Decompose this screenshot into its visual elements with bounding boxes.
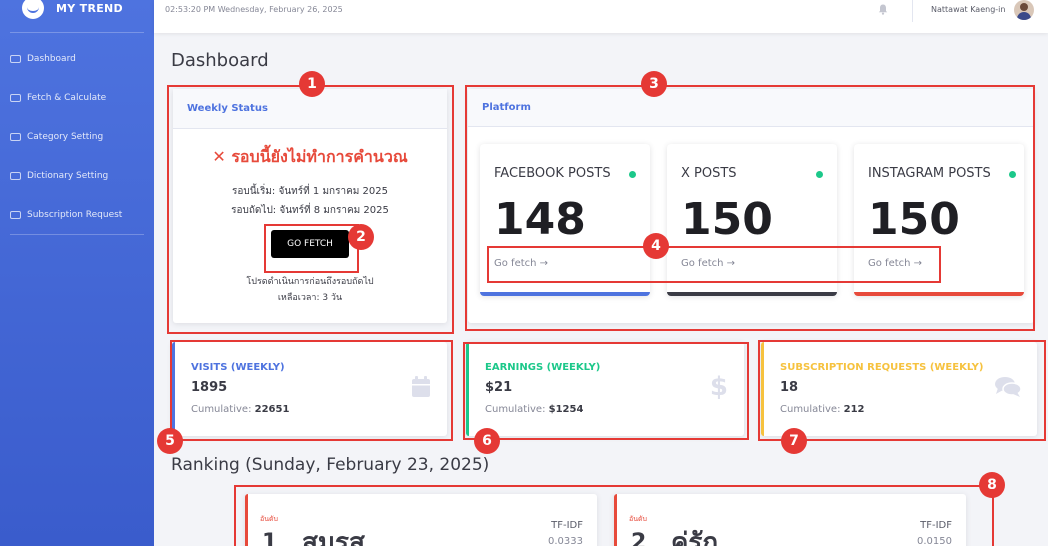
stat-cumulative: Cumulative: 212 [780, 404, 865, 415]
rank-label: อันดับ [260, 515, 278, 523]
annotation-badge: 5 [157, 428, 183, 454]
sidebar-item-label: Dictionary Setting [27, 170, 109, 181]
ranking-item[interactable]: อันดับ 2 คู่รัก TF-IDF 0.0150 [614, 494, 966, 546]
ranking-item[interactable]: อันดับ 1 สมรส TF-IDF 0.0333 [245, 494, 597, 546]
close-icon: ✕ [212, 147, 226, 166]
rank-number: 1 [262, 530, 278, 546]
subscription-requests-card: SUBSCRIPTION REQUESTS (WEEKLY) 18 Cumula… [761, 342, 1037, 436]
topbar: 02:53:20 PM Wednesday, February 26, 2025… [154, 0, 1048, 33]
go-fetch-link[interactable]: Go fetch → [681, 258, 735, 269]
dollar-icon: $ [709, 372, 728, 402]
metric-label: TF-IDF [551, 520, 583, 531]
go-fetch-link[interactable]: Go fetch → [868, 258, 922, 269]
rank-number: 2 [631, 530, 647, 546]
annotation-badge: 3 [641, 71, 667, 97]
brand-name: MY TREND [56, 1, 123, 15]
progress-bar [854, 292, 1024, 296]
rank-word: คู่รัก [671, 528, 719, 546]
sidebar-item-category-setting[interactable]: Category Setting [0, 117, 154, 156]
stat-label: VISITS (WEEKLY) [191, 362, 285, 373]
sidebar-item-label: Category Setting [27, 131, 104, 142]
user-name[interactable]: Nattawat Kaeng-in [931, 5, 1005, 14]
annotation-badge: 6 [474, 428, 500, 454]
annotation-badge: 1 [299, 71, 325, 97]
stat-value: 1895 [191, 380, 228, 395]
annotation-badge: 8 [979, 472, 1005, 498]
post-label: X POSTS [681, 166, 737, 181]
sidebar-divider [10, 32, 144, 33]
x-posts-card: X POSTS 150 Go fetch → [667, 144, 837, 296]
sidebar: MY TREND Dashboard Fetch & Calculate Cat… [0, 0, 154, 546]
sidebar-divider [10, 234, 144, 235]
status-message: ✕ รอบนี้ยังไม่ทำการคำนวณ [173, 145, 447, 170]
bell-icon[interactable] [878, 4, 888, 15]
brand[interactable]: MY TREND [0, 0, 154, 22]
sidebar-item-dictionary-setting[interactable]: Dictionary Setting [0, 156, 154, 195]
platform-header: Platform [468, 89, 1034, 127]
sidebar-item-fetch-calculate[interactable]: Fetch & Calculate [0, 78, 154, 117]
post-label: INSTAGRAM POSTS [868, 166, 991, 181]
laptop-icon [10, 93, 21, 102]
progress-bar [667, 292, 837, 296]
topbar-divider [912, 0, 913, 22]
round-start: รอบนี้เริ่ม: จันทร์ที่ 1 มกราคม 2025 [231, 186, 388, 197]
stat-value: 18 [780, 380, 799, 395]
sidebar-item-dashboard[interactable]: Dashboard [0, 39, 154, 78]
post-count: 150 [868, 194, 960, 245]
deadline-note: โปรดดำเนินการก่อนถึงรอบถัดไป [246, 277, 374, 287]
page-title: Dashboard [171, 50, 269, 71]
metric-label: TF-IDF [920, 520, 952, 531]
sidebar-item-subscription-request[interactable]: Subscription Request [0, 195, 154, 234]
go-fetch-button[interactable]: GO FETCH [271, 230, 349, 258]
stat-cumulative: Cumulative: $1254 [485, 404, 584, 415]
post-count: 148 [494, 194, 586, 245]
weekly-status-card: Weekly Status ✕ รอบนี้ยังไม่ทำการคำนวณ ร… [173, 89, 447, 323]
post-label: FACEBOOK POSTS [494, 166, 611, 181]
status-dot-icon [629, 171, 636, 178]
status-dot-icon [816, 171, 823, 178]
annotation-badge: 7 [781, 428, 807, 454]
calendar-icon [412, 376, 430, 397]
annotation-badge: 2 [348, 224, 374, 250]
earnings-card: EARNINGS (WEEKLY) $21 Cumulative: $1254 … [466, 342, 744, 436]
stat-cumulative: Cumulative: 22651 [191, 404, 290, 415]
facebook-posts-card: FACEBOOK POSTS 148 Go fetch → [480, 144, 650, 296]
visits-card: VISITS (WEEKLY) 1895 Cumulative: 22651 [172, 342, 447, 436]
time-remaining: เหลือเวลา: 3 วัน [277, 293, 343, 303]
annotation-badge: 4 [643, 233, 669, 259]
smile-logo-icon [22, 0, 44, 19]
sidebar-item-label: Dashboard [27, 53, 76, 64]
sidebar-nav: Dashboard Fetch & Calculate Category Set… [0, 39, 154, 234]
stat-label: EARNINGS (WEEKLY) [485, 362, 601, 373]
rank-label: อันดับ [629, 515, 647, 523]
palette-icon [10, 132, 21, 141]
status-text: รอบนี้ยังไม่ทำการคำนวณ [231, 147, 408, 166]
rank-word: สมรส [302, 528, 365, 546]
cloud-icon [10, 210, 21, 219]
post-count: 150 [681, 194, 773, 245]
datetime-display: 02:53:20 PM Wednesday, February 26, 2025 [165, 5, 343, 14]
folder-icon [10, 171, 21, 180]
gauge-icon [10, 54, 21, 63]
avatar[interactable] [1014, 0, 1034, 20]
metric-score: 0.0150 [917, 536, 952, 546]
go-fetch-link[interactable]: Go fetch → [494, 258, 548, 269]
comments-icon [995, 377, 1021, 397]
platform-card: Platform FACEBOOK POSTS 148 Go fetch → X… [468, 89, 1034, 323]
sidebar-item-label: Fetch & Calculate [27, 92, 107, 103]
sidebar-item-label: Subscription Request [27, 209, 123, 220]
round-next: รอบถัดไป: จันทร์ที่ 8 มกราคม 2025 [231, 205, 389, 216]
ranking-title: Ranking (Sunday, February 23, 2025) [171, 455, 490, 475]
status-dot-icon [1009, 171, 1016, 178]
stat-value: $21 [485, 380, 513, 395]
metric-score: 0.0333 [548, 536, 583, 546]
progress-bar [480, 292, 650, 296]
instagram-posts-card: INSTAGRAM POSTS 150 Go fetch → [854, 144, 1024, 296]
stat-label: SUBSCRIPTION REQUESTS (WEEKLY) [780, 362, 984, 373]
